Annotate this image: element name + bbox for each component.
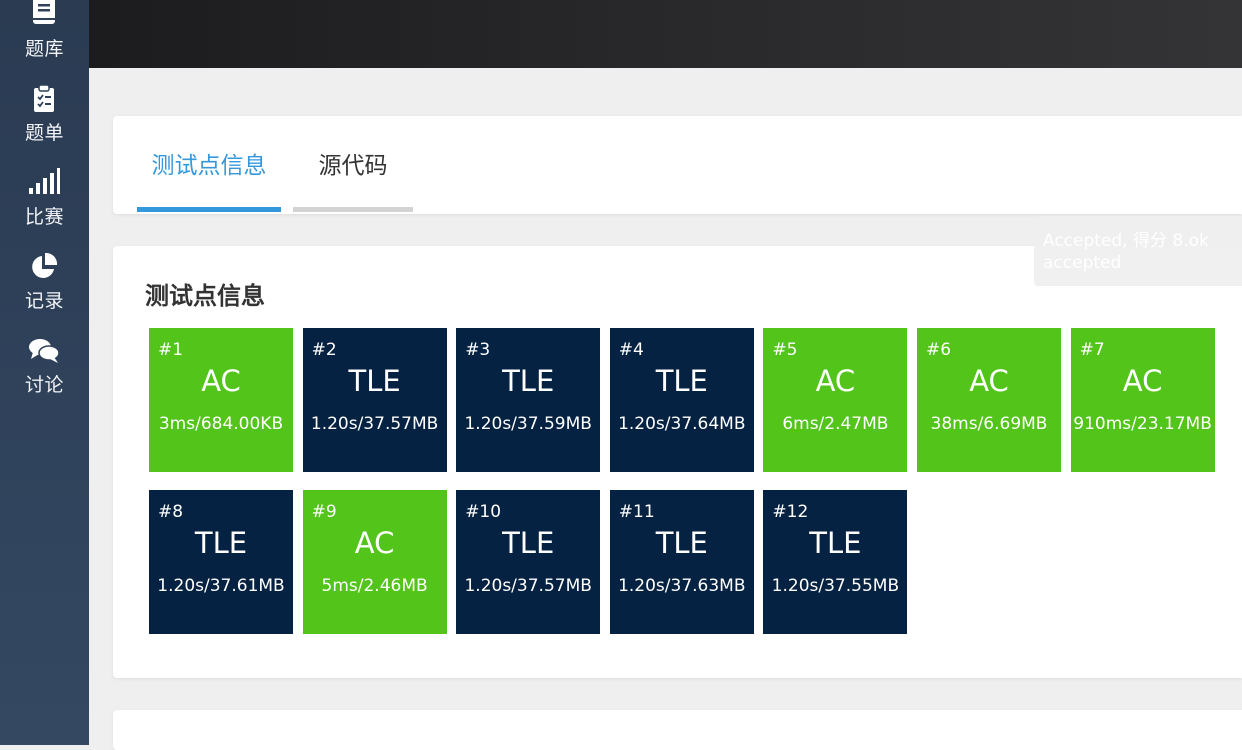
book-icon — [33, 0, 55, 24]
testcase-number: #3 — [465, 340, 491, 360]
testcase-number: #6 — [926, 340, 952, 360]
testcase-stats: 1.20s/37.64MB — [618, 414, 746, 434]
sidebar-item-label: 记录 — [24, 290, 64, 312]
sidebar-item-label: 题库 — [24, 38, 64, 60]
sidebar-item-contests[interactable]: 比赛 — [0, 168, 89, 248]
testcase-verdict: AC — [201, 364, 241, 398]
tab-label: 测试点信息 — [151, 153, 267, 179]
tab-source-code[interactable]: 源代码 — [293, 116, 413, 212]
toast-title: Accepted, 得分 8.ok — [1043, 231, 1209, 251]
signal-bars-icon — [29, 168, 60, 194]
testcase-grid: #1 AC 3ms/684.00KB #2 TLE 1.20s/37.57MB #3 TLE 1… — [149, 328, 1229, 638]
top-header-bar — [89, 0, 1242, 68]
testcase-number: #7 — [1079, 340, 1105, 360]
testcase-number: #12 — [772, 502, 809, 522]
sidebar-item-records[interactable]: 记录 — [0, 252, 89, 332]
testcase-stats: 5ms/2.46MB — [321, 576, 428, 596]
tab-testcase-info[interactable]: 测试点信息 — [137, 116, 281, 212]
testcase-verdict: TLE — [194, 526, 248, 560]
sidebar-item-label: 题单 — [24, 122, 64, 144]
testcase-tile[interactable]: #9 AC 5ms/2.46MB — [302, 490, 447, 634]
testcase-stats: 1.20s/37.61MB — [157, 576, 285, 596]
testcase-number: #8 — [158, 502, 184, 522]
testcase-number: #5 — [772, 340, 798, 360]
testcase-tile[interactable]: #10 TLE 1.20s/37.57MB — [456, 490, 601, 634]
tab-label: 源代码 — [318, 153, 388, 179]
testcase-tile[interactable]: #7 AC 910ms/23.17MB — [1070, 328, 1215, 472]
sidebar-item-label: 讨论 — [24, 374, 64, 396]
testcase-tile[interactable]: #12 TLE 1.20s/37.55MB — [763, 490, 908, 634]
sidebar: 题库 题单 比赛 记录 讨论 — [0, 0, 89, 745]
clipboard-list-icon — [34, 84, 54, 112]
testcase-stats: 910ms/23.17MB — [1073, 414, 1212, 434]
testcase-verdict: TLE — [655, 364, 708, 398]
testcase-verdict: TLE — [502, 526, 555, 560]
testcase-tile[interactable]: #1 AC 3ms/684.00KB — [149, 328, 293, 472]
testcase-stats: 3ms/684.00KB — [158, 414, 284, 434]
testcase-number: #4 — [618, 340, 644, 360]
next-section-card — [113, 710, 1242, 750]
tab-active-indicator — [137, 207, 281, 212]
sidebar-item-problem-lists[interactable]: 题单 — [0, 84, 89, 164]
testcase-number: #1 — [158, 340, 184, 360]
testcase-verdict: AC — [969, 364, 1009, 398]
testcase-verdict: TLE — [809, 526, 862, 560]
testcase-stats: 1.20s/37.55MB — [771, 576, 900, 596]
testcase-stats: 38ms/6.69MB — [930, 414, 1048, 434]
testcase-tile[interactable]: #4 TLE 1.20s/37.64MB — [609, 328, 754, 472]
testcase-stats: 1.20s/37.63MB — [618, 576, 746, 596]
testcase-stats: 1.20s/37.59MB — [464, 414, 592, 434]
comments-icon — [29, 339, 60, 363]
testcase-stats: 6ms/2.47MB — [782, 414, 889, 434]
testcase-tile[interactable]: #11 TLE 1.20s/37.63MB — [609, 490, 754, 634]
section-title: 测试点信息 — [145, 282, 265, 310]
pie-chart-icon — [32, 252, 58, 278]
sidebar-item-label: 比赛 — [24, 206, 64, 228]
testcase-tile[interactable]: #8 TLE 1.20s/37.61MB — [149, 490, 293, 634]
testcase-number: #10 — [465, 502, 502, 522]
testcase-verdict: AC — [354, 526, 395, 560]
testcase-tile[interactable]: #2 TLE 1.20s/37.57MB — [302, 328, 447, 472]
testcase-verdict: TLE — [502, 364, 555, 398]
testcase-number: #2 — [311, 340, 337, 360]
testcase-tile[interactable]: #6 AC 38ms/6.69MB — [917, 328, 1061, 472]
sidebar-item-problems[interactable]: 题库 — [0, 0, 89, 80]
testcase-verdict: AC — [815, 364, 856, 398]
testcase-info-card: 测试点信息 #1 AC 3ms/684.00KB #2 TLE 1.20s/37.57MB… — [113, 246, 1242, 678]
testcase-number: #9 — [311, 502, 337, 522]
testcase-stats: 1.20s/37.57MB — [464, 576, 592, 596]
testcase-verdict: TLE — [655, 526, 708, 560]
toast-message: accepted — [1043, 253, 1122, 273]
testcase-stats: 1.20s/37.57MB — [310, 414, 439, 434]
tabs-card: 测试点信息 源代码 — [113, 116, 1242, 214]
testcase-verdict: TLE — [348, 364, 401, 398]
result-toast: Accepted, 得分 8.ok accepted — [1034, 216, 1242, 286]
sidebar-item-discuss[interactable]: 讨论 — [0, 336, 89, 416]
tab-inactive-indicator — [293, 207, 413, 212]
testcase-number: #11 — [618, 502, 655, 522]
testcase-tile[interactable]: #3 TLE 1.20s/37.59MB — [456, 328, 601, 472]
testcase-tile[interactable]: #5 AC 6ms/2.47MB — [763, 328, 908, 472]
testcase-verdict: AC — [1122, 364, 1163, 398]
